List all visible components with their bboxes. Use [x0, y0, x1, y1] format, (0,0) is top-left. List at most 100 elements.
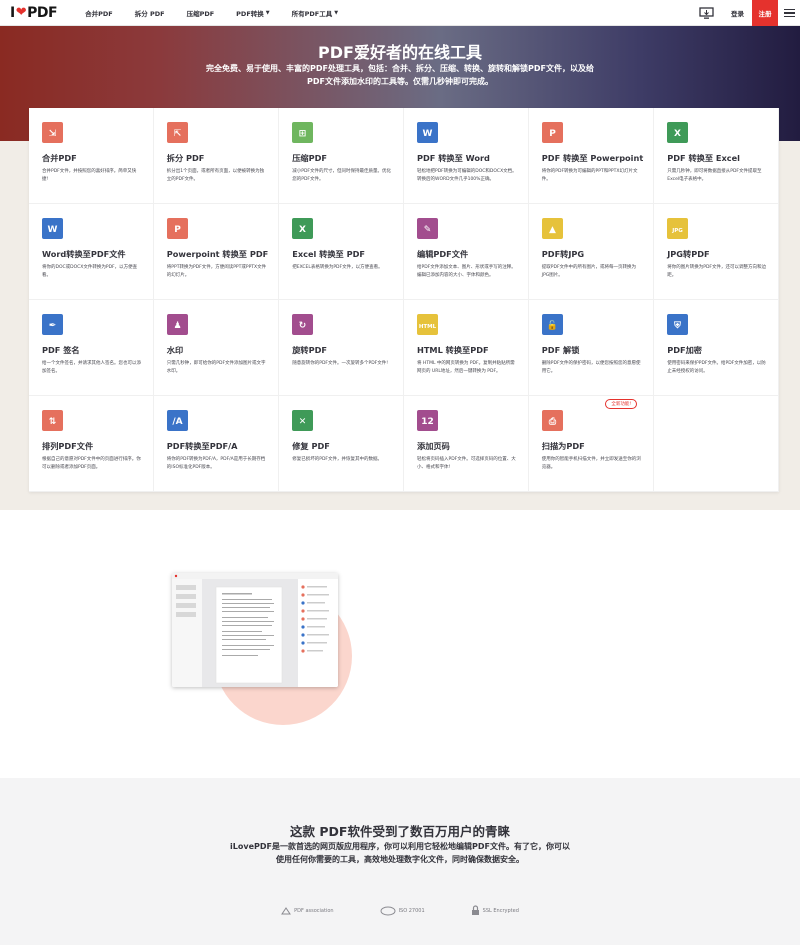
- tool-description: 删除PDF文件的保护密码，以便您按照您的意愿使用它。: [541, 361, 641, 374]
- tool-description: 将你的PDF转换为PDF/A，PDF/A是用于长期存档的ISO标准化PDF版本。: [166, 457, 266, 470]
- tool-title: PDF 转换至 Word: [417, 153, 490, 163]
- svg-text:P: P: [549, 129, 556, 139]
- tool-card[interactable]: W PDF 转换至 Word 轻松地把PDF转换为可编辑的DOC和DOCX文档。转换…: [404, 108, 529, 204]
- html-icon: HTML: [417, 314, 438, 335]
- tool-card[interactable]: ↻ 旋转PDF 随意旋转你的PDF文件。一次旋转多个PDF文件!: [279, 300, 404, 396]
- svg-text:▲: ▲: [549, 225, 556, 235]
- tool-description: 提取PDF文件中的所有图片，或将每一页转换为JPG图片。: [541, 265, 637, 278]
- tool-description: 修复已损坏的PDF文件，并恢复其中的数据。: [292, 457, 382, 462]
- tool-description: 轻松地把PDF转换为可编辑的DOC和DOCX文档。转换后的WORD文件几乎100…: [417, 169, 517, 182]
- top-nav: I ❤ PDF 合并PDF 拆分 PDF 压缩PDF PDF转换 ▼ 所有PDF工…: [0, 0, 800, 26]
- tool-card[interactable]: ✎ 编辑PDF文件 给PDF文件添加文本、图片、形状或手写的注释。编辑已添加内容的大…: [404, 204, 529, 300]
- excel-to-pdf-icon: X: [292, 218, 314, 239]
- tool-title: PDF转JPG: [541, 249, 585, 259]
- tool-description: 将你的图片转换为PDF文件，还可以调整方向和边距。: [667, 265, 766, 278]
- rotate-icon: ↻: [292, 314, 314, 335]
- tool-card[interactable]: ⊞ 压缩PDF 减小PDF文件的尺寸，但同时保持最佳质量。优化您的PDF文件。: [279, 108, 404, 204]
- svg-text:X: X: [299, 225, 306, 235]
- hamburger-menu-icon[interactable]: [778, 9, 800, 17]
- tool-card[interactable]: ⇱ 拆分 PDF 拆分出1个页面，或者所有页面，以便被转换为独立的PDF文件。: [153, 108, 280, 204]
- menu-all-tools[interactable]: 所有PDF工具 ▼: [292, 8, 338, 18]
- desktop-app-icon[interactable]: [697, 6, 715, 20]
- trust-badges: PDF association ISO 27001 SSL Encrypted: [0, 905, 800, 916]
- hero-subtitle: 完全免费、易于使用、丰富的PDF处理工具，包括：合并、拆分、压缩、转换、旋转和解…: [206, 64, 594, 86]
- tool-description: 将你的PDF转换为可编辑的PPT和PPTX幻灯片文件。: [541, 169, 638, 182]
- tool-description: 只需几秒钟，即可将数据直接从PDF文件提取至Excel电子表格中。: [667, 169, 762, 182]
- tool-title: PDF 转换至 Powerpoint: [541, 153, 644, 163]
- bottom-section: 这款 PDF软件受到了数百万用户的青睐 iLovePDF是一款首选的网页版应用程…: [0, 778, 800, 945]
- svg-text:JPG: JPG: [671, 228, 683, 234]
- split-icon: ⇱: [166, 122, 188, 143]
- tool-card[interactable]: X Excel 转换至 PDF 把EXCEL表格转换为PDF文件，以方便查看。: [279, 204, 404, 300]
- pdf-association-icon: PDF association: [281, 906, 334, 916]
- signup-button[interactable]: 注册: [752, 0, 778, 26]
- tool-card[interactable]: 12 添加页码 轻松将页码插入PDF文件。可选择页码的位置、大小、格式和字体!: [404, 396, 529, 492]
- tool-title: 修复 PDF: [292, 441, 330, 451]
- tool-description: 合并PDF文件，并按照您的喜好排序。简单又快捷!: [42, 169, 137, 182]
- svg-text:♟: ♟: [173, 321, 181, 331]
- repair-icon: ✕: [292, 410, 314, 431]
- tool-title: 旋转PDF: [292, 345, 327, 355]
- tool-card[interactable]: X PDF 转换至 Excel 只需几秒钟，即可将数据直接从PDF文件提取至Exce…: [654, 108, 779, 204]
- logo-prefix: I: [10, 4, 15, 21]
- tool-card[interactable]: W Word转换至PDF文件 将你的DOC或DOCX文件转换为PDF，以方便查看。: [29, 204, 154, 300]
- menu-merge[interactable]: 合并PDF: [85, 8, 113, 18]
- tool-description: 减小PDF文件的尺寸，但同时保持最佳质量。优化您的PDF文件。: [292, 169, 391, 182]
- tool-card[interactable]: ✒ PDF 签名 给一个文件签名，并请求其他人签名。您也可以添加签名。: [29, 300, 154, 396]
- ssl-lock-icon: SSL Encrypted: [471, 905, 519, 916]
- tool-card[interactable]: JPG JPG转PDF 将你的图片转换为PDF文件，还可以调整方向和边距。: [654, 204, 779, 300]
- hero-title: PDF爱好者的在线工具: [318, 43, 482, 62]
- tool-card[interactable]: ⛨ PDF加密使用密码来保护PDF文件。给PDF文件加密，以防止未经授权的访问。: [654, 300, 779, 396]
- tool-card[interactable]: ▲ PDF转JPG 提取PDF文件中的所有图片，或将每一页转换为JPG图片。: [528, 204, 655, 300]
- tool-title: PDF加密: [667, 345, 702, 355]
- scan-icon: ⎙: [541, 410, 563, 431]
- tool-description: 使用你的智能手机扫描文件，并立即发送至你的浏览器。: [541, 457, 641, 470]
- tool-title: 编辑PDF文件: [417, 249, 469, 259]
- chevron-down-icon: ▼: [334, 9, 339, 16]
- tool-title: 拆分 PDF: [166, 153, 205, 163]
- tool-title: Word转换至PDF文件: [42, 249, 126, 259]
- tool-description: 随意旋转你的PDF文件。一次旋转多个PDF文件!: [292, 361, 389, 366]
- svg-text:🔓: 🔓: [547, 319, 558, 331]
- sign-icon: ✒: [42, 314, 63, 335]
- tool-description: 使用密码来保护PDF文件。给PDF文件加密，以防止未经授权的访问。: [667, 361, 766, 374]
- tool-title: 合并PDF: [42, 153, 77, 163]
- menu-convert[interactable]: PDF转换 ▼: [236, 8, 269, 18]
- iso-icon: ISO 27001: [380, 906, 425, 916]
- logo[interactable]: I ❤ PDF: [10, 4, 58, 21]
- svg-text:⇲: ⇲: [49, 129, 57, 139]
- tool-card[interactable]: ⎙ 扫描为PDF 使用你的智能手机扫描文件，并立即发送至你的浏览器。 全新功能!: [528, 396, 655, 492]
- word-to-pdf-icon: W: [42, 218, 63, 239]
- tool-description: 将 HTML 中的网页转换为 PDF。复制并粘贴所需网页的 URL地址，然后一键…: [417, 361, 515, 374]
- tool-card[interactable]: ⇅ 排列PDF文件 根据自己的意愿对PDF文件中的页面进行排序。你可以删除或者添加P…: [29, 396, 154, 492]
- app-screenshot-image: [172, 573, 338, 687]
- tool-card[interactable]: HTML HTML 转换至PDF 将 HTML 中的网页转换为 PDF。复制并粘贴所…: [404, 300, 529, 396]
- tool-card[interactable]: ⇲ 合并PDF 合并PDF文件，并按照您的喜好排序。简单又快捷!: [29, 108, 154, 204]
- login-button[interactable]: 登录: [731, 8, 744, 18]
- svg-text:W: W: [423, 129, 433, 139]
- svg-text:P: P: [174, 225, 181, 235]
- tool-title: JPG转PDF: [667, 249, 710, 259]
- tool-title: PDF转换至PDF/A: [166, 441, 238, 451]
- tool-card[interactable]: ✕ 修复 PDF 修复已损坏的PDF文件，并恢复其中的数据。: [279, 396, 404, 492]
- menu-split[interactable]: 拆分 PDF: [135, 8, 165, 18]
- bottom-title: 这款 PDF软件受到了数百万用户的青睐: [290, 824, 510, 839]
- logo-suffix: PDF: [27, 4, 58, 21]
- tool-card[interactable]: /A PDF转换至PDF/A 将你的PDF转换为PDF/A，PDF/A是用于长期存档…: [153, 396, 280, 492]
- tool-title: Excel 转换至 PDF: [292, 249, 365, 259]
- empty-cell: [654, 396, 779, 492]
- tool-title: 水印: [166, 345, 184, 355]
- menu-compress[interactable]: 压缩PDF: [187, 8, 215, 18]
- tool-card[interactable]: ♟ 水印 只需几秒钟，即可给你的PDF文件添加图片或文字水印。: [153, 300, 280, 396]
- tool-card[interactable]: 🔓 PDF 解锁 删除PDF文件的保护密码，以便您按照您的意愿使用它。: [528, 300, 655, 396]
- heart-icon: ❤: [15, 5, 27, 20]
- tool-card[interactable]: P PDF 转换至 Powerpoint 将你的PDF转换为可编辑的PPT和PPTX…: [528, 108, 655, 204]
- main-menu: 合并PDF 拆分 PDF 压缩PDF PDF转换 ▼ 所有PDF工具 ▼: [85, 8, 360, 18]
- svg-text:✕: ✕: [299, 417, 307, 427]
- tool-title: 排列PDF文件: [42, 441, 94, 451]
- svg-text:X: X: [674, 129, 681, 139]
- tool-card[interactable]: P Powerpoint 转换至 PDF 将PPT转换为PDF文件，方便阅读PPT或…: [153, 204, 280, 300]
- protect-icon: ⛨: [667, 314, 689, 335]
- svg-text:12: 12: [421, 417, 434, 427]
- powerpoint-icon: P: [541, 122, 563, 143]
